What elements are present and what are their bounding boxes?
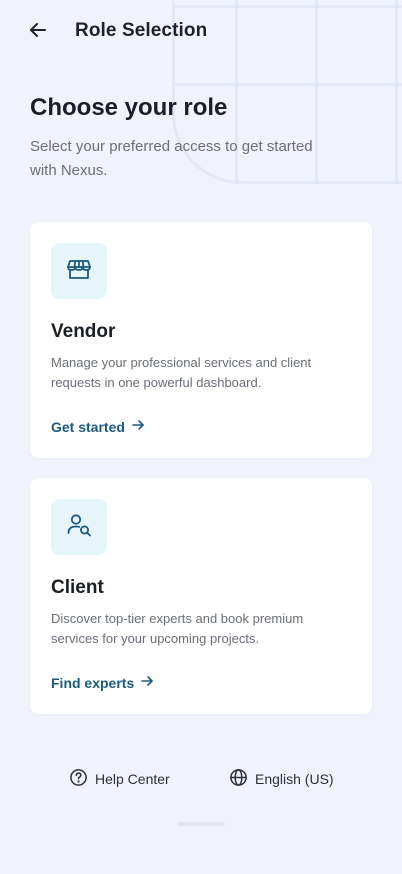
help-circle-icon [69,768,95,790]
vendor-card-description: Manage your professional services and cl… [51,355,312,390]
get-started-label: Get started [51,418,125,435]
client-card-title: Client [51,577,104,598]
vendor-role-card[interactable]: Vendor Manage your professional services… [30,222,372,458]
vendor-card-title: Vendor [51,321,116,342]
page-subtitle: Select your preferred access to get star… [30,138,313,179]
client-icon-tile [51,499,107,555]
footer-links: Help Center English (US) [0,768,402,792]
storefront-icon [65,255,93,288]
back-button[interactable] [24,18,52,46]
find-experts-label: Find experts [51,674,135,691]
client-card-description: Discover top-tier experts and book premi… [51,611,304,646]
role-selection-screen: Role Selection Choose your role Select y… [0,0,402,874]
language-label: English (US) [255,771,334,787]
app-header: Role Selection [0,0,402,64]
home-indicator [177,822,225,826]
vendor-icon-tile [51,243,107,299]
help-center-link[interactable]: Help Center [69,768,170,790]
find-experts-link[interactable]: Find experts [51,674,154,691]
page-title: Choose your role [30,94,228,121]
arrow-right-icon [125,418,145,435]
client-role-card[interactable]: Client Discover top-tier experts and boo… [30,478,372,714]
language-selector[interactable]: English (US) [229,768,334,790]
arrow-left-icon [28,20,48,45]
user-search-icon [65,511,93,544]
get-started-link[interactable]: Get started [51,418,145,435]
help-center-label: Help Center [95,771,170,787]
arrow-right-icon [134,674,154,691]
globe-icon [229,768,255,790]
header-title: Role Selection [75,20,208,41]
